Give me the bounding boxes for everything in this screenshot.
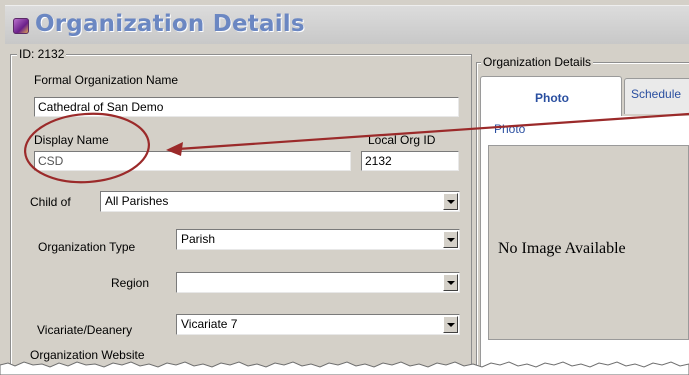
- highlight-circle: [24, 112, 150, 184]
- annotation-overlay: [24, 112, 689, 184]
- organization-details-window: Organization Details ID: 2132 Formal Org…: [0, 0, 689, 375]
- pointer-arrow-line: [177, 112, 689, 151]
- arrowhead-icon: [166, 142, 183, 156]
- torn-bottom-edge: [0, 361, 689, 375]
